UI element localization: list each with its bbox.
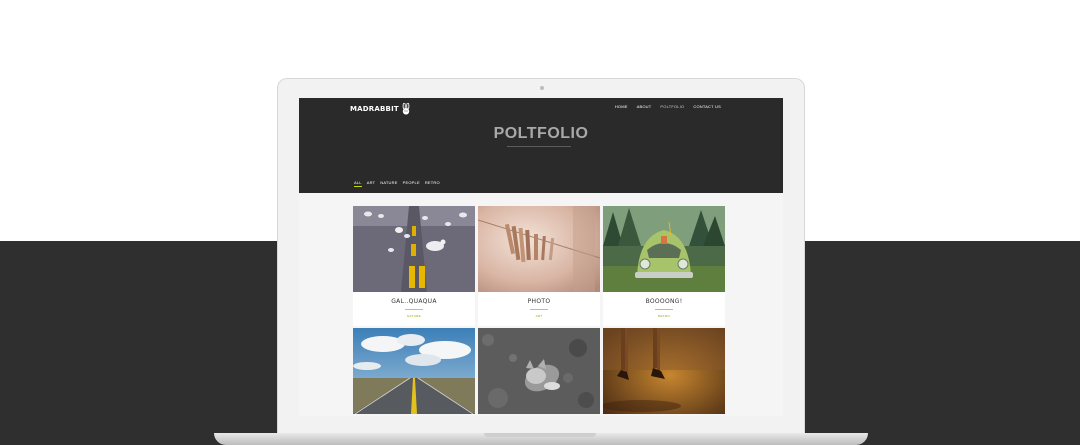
card-divider — [405, 309, 423, 310]
portfolio-card[interactable] — [353, 328, 475, 414]
portfolio-card[interactable]: BOOOONG! RETRO — [603, 206, 725, 326]
rabbit-icon — [402, 103, 410, 115]
site-logo[interactable]: MADRABBIT — [350, 103, 411, 115]
webcam-icon — [540, 86, 544, 90]
title-divider — [507, 146, 571, 147]
portfolio-filters: ALL ART NATURE PEOPLE RETRO — [354, 180, 440, 187]
card-tag: RETRO — [658, 314, 670, 318]
page-title: POLTFOLIO — [493, 125, 589, 142]
portfolio-card[interactable]: GAL..QUAQUA NATURE — [353, 206, 475, 326]
card-title: BOOOONG! — [645, 298, 683, 305]
laptop-screen: MADRABBIT HOME ABOUT POLTFOLIO CONTACT U… — [299, 98, 783, 416]
nav-poltfolio[interactable]: POLTFOLIO — [660, 104, 684, 109]
filter-nature[interactable]: NATURE — [380, 180, 397, 185]
open-road-and-sky-image — [353, 328, 475, 414]
portfolio-card[interactable] — [478, 328, 600, 414]
filter-art[interactable]: ART — [367, 180, 376, 185]
sleeping-cat-bw-image — [478, 328, 600, 414]
logo-text: MADRABBIT — [350, 105, 399, 113]
main-nav: HOME ABOUT POLTFOLIO CONTACT US — [615, 104, 721, 109]
legs-in-high-heels-image — [603, 328, 725, 414]
filter-all[interactable]: ALL — [354, 180, 362, 187]
card-tag: NATURE — [407, 314, 421, 318]
card-tag: ART — [535, 314, 543, 318]
card-title: GAL..QUAQUA — [391, 298, 437, 305]
site-header: MADRABBIT HOME ABOUT POLTFOLIO CONTACT U… — [299, 98, 783, 193]
nav-contact-us[interactable]: CONTACT US — [693, 104, 721, 109]
filter-people[interactable]: PEOPLE — [403, 180, 420, 185]
nav-about[interactable]: ABOUT — [637, 104, 652, 109]
card-divider — [655, 309, 673, 310]
portfolio-card[interactable]: PHOTO ART — [478, 206, 600, 326]
portfolio-card[interactable] — [603, 328, 725, 414]
filter-retro[interactable]: RETRO — [425, 180, 440, 185]
nav-home[interactable]: HOME — [615, 104, 628, 109]
card-divider — [530, 309, 548, 310]
road-with-seagulls-image — [353, 206, 475, 292]
card-title: PHOTO — [527, 298, 551, 305]
laptop-notch — [484, 433, 596, 437]
clothespins-on-line-image — [478, 206, 600, 292]
green-vw-beetle-image — [603, 206, 725, 292]
